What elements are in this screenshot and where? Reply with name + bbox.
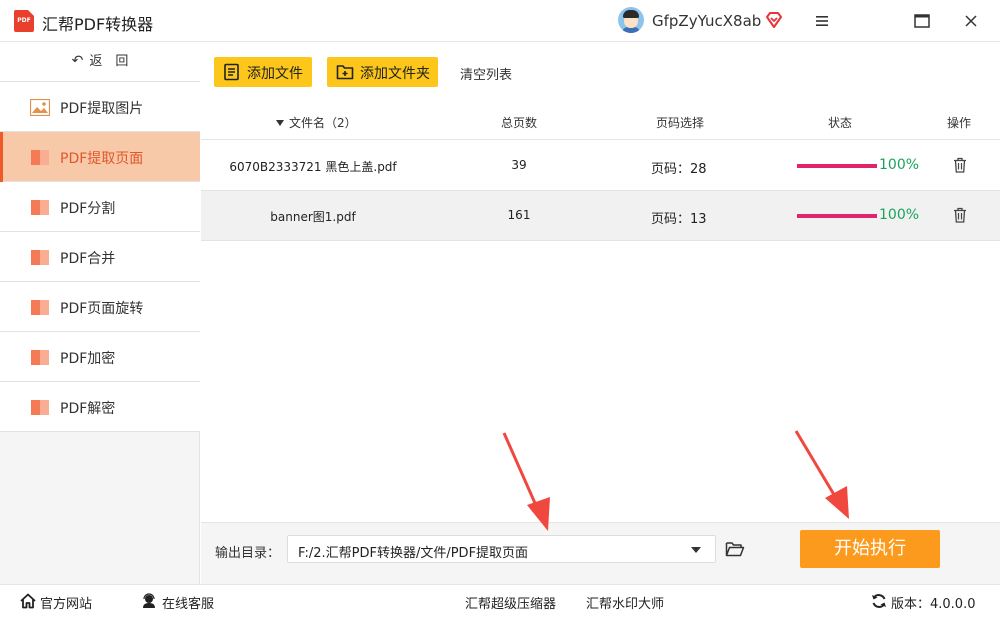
file-table-header: 文件名（2） 总页数 页码选择 状态 操作 bbox=[201, 100, 1000, 140]
sidebar-item-split[interactable]: PDF分割 bbox=[0, 182, 200, 232]
menu-icon[interactable] bbox=[811, 10, 833, 32]
folder-open-icon[interactable] bbox=[725, 540, 745, 558]
close-icon[interactable] bbox=[960, 10, 982, 32]
sidebar-item-encrypt[interactable]: PDF加密 bbox=[0, 332, 200, 382]
column-header-pages: 总页数 bbox=[501, 116, 538, 130]
pdf-page-icon bbox=[31, 250, 49, 265]
image-icon bbox=[30, 99, 50, 116]
home-icon[interactable] bbox=[20, 593, 36, 609]
username[interactable]: GfpZyYucX8ab bbox=[652, 12, 761, 30]
clear-list-button[interactable]: 清空列表 bbox=[460, 64, 512, 83]
chevron-down-icon[interactable] bbox=[691, 547, 701, 553]
pdf-page-icon bbox=[31, 150, 49, 165]
output-bar: 输出目录： F:/2.汇帮PDF转换器/文件/PDF提取页面 开始执行 bbox=[201, 522, 1000, 584]
sidebar-item-extract-images[interactable]: PDF提取图片 bbox=[0, 82, 200, 132]
progress-bar bbox=[797, 214, 877, 218]
pdf-page-icon bbox=[31, 350, 49, 365]
pdf-page-icon bbox=[31, 200, 49, 215]
sidebar-item-decrypt[interactable]: PDF解密 bbox=[0, 382, 200, 432]
online-support-link[interactable]: 在线客服 bbox=[162, 593, 214, 612]
file-name: 6070B2333721 黑色上盖.pdf bbox=[229, 160, 397, 174]
sidebar-item-merge[interactable]: PDF合并 bbox=[0, 232, 200, 282]
progress-bar bbox=[797, 164, 877, 168]
compressor-link[interactable]: 汇帮超级压缩器 bbox=[465, 593, 556, 612]
column-header-status: 状态 bbox=[828, 116, 853, 130]
total-pages: 161 bbox=[507, 208, 531, 222]
column-header-action: 操作 bbox=[947, 116, 972, 130]
back-arrow-icon: ↶ bbox=[71, 53, 84, 69]
progress-percent: 100% bbox=[879, 207, 920, 223]
back-button[interactable]: ↶ 返 回 bbox=[0, 42, 200, 82]
page-range[interactable]: 页码：13 bbox=[651, 208, 707, 227]
column-header-range: 页码选择 bbox=[656, 116, 705, 130]
vip-diamond-icon[interactable] bbox=[765, 11, 783, 29]
official-website-link[interactable]: 官方网站 bbox=[40, 593, 92, 612]
app-logo-icon: PDF bbox=[14, 10, 34, 32]
table-row[interactable]: 6070B2333721 黑色上盖.pdf 39 页码：28 100% bbox=[201, 141, 1000, 191]
trash-icon[interactable] bbox=[953, 157, 967, 173]
footer: 官方网站 在线客服 汇帮超级压缩器 汇帮水印大师 版本：4.0.0.0 bbox=[0, 584, 1000, 617]
title-bar: PDF 汇帮PDF转换器 GfpZyYucX8ab bbox=[0, 0, 1000, 42]
user-avatar[interactable] bbox=[618, 7, 644, 33]
progress-percent: 100% bbox=[879, 157, 920, 173]
version-label: 版本：4.0.0.0 bbox=[891, 597, 976, 612]
pdf-page-icon bbox=[31, 400, 49, 415]
sidebar-item-rotate[interactable]: PDF页面旋转 bbox=[0, 282, 200, 332]
pdf-page-icon bbox=[31, 300, 49, 315]
total-pages: 39 bbox=[511, 158, 527, 172]
sidebar: ↶ 返 回 PDF提取图片 PDF提取页面 PDF分割 PDF合并 PDF页面旋转 bbox=[0, 42, 200, 584]
start-button[interactable]: 开始执行 bbox=[800, 530, 940, 568]
sidebar-item-extract-pages[interactable]: PDF提取页面 bbox=[0, 132, 200, 182]
refresh-icon[interactable] bbox=[871, 593, 887, 609]
column-header-name[interactable]: 文件名（2） bbox=[276, 114, 357, 131]
page-range[interactable]: 页码：28 bbox=[651, 158, 707, 177]
add-file-button[interactable]: 添加文件 bbox=[214, 57, 312, 87]
output-label: 输出目录： bbox=[215, 546, 281, 561]
maximize-icon[interactable] bbox=[911, 10, 933, 32]
app-title: 汇帮PDF转换器 bbox=[42, 15, 154, 34]
add-folder-button[interactable]: 添加文件夹 bbox=[327, 57, 438, 87]
output-path-select[interactable]: F:/2.汇帮PDF转换器/文件/PDF提取页面 bbox=[287, 535, 716, 563]
watermark-link[interactable]: 汇帮水印大师 bbox=[586, 593, 664, 612]
customer-service-icon[interactable] bbox=[141, 593, 157, 609]
add-file-icon bbox=[224, 63, 239, 81]
sort-triangle-icon bbox=[276, 120, 284, 126]
table-row[interactable]: banner图1.pdf 161 页码：13 100% bbox=[201, 191, 1000, 241]
add-folder-icon bbox=[336, 65, 354, 80]
file-name: banner图1.pdf bbox=[270, 210, 356, 224]
trash-icon[interactable] bbox=[953, 207, 967, 223]
